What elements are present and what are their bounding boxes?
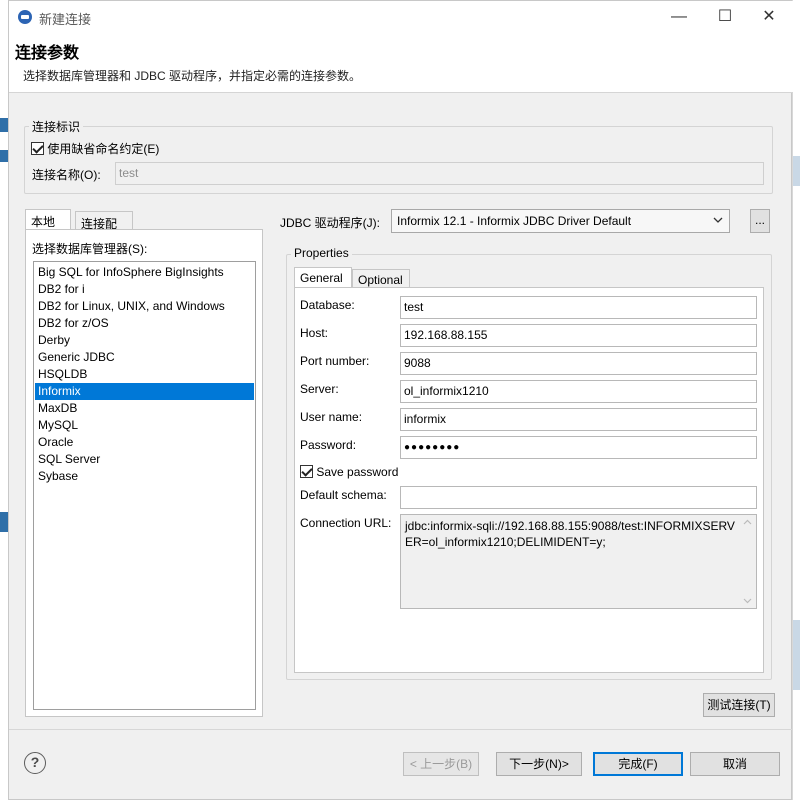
username-label: User name:: [300, 410, 363, 424]
background-editor-strip: [0, 0, 8, 800]
host-label: Host:: [300, 326, 329, 340]
page-title: 连接参数: [15, 45, 80, 62]
list-item[interactable]: HSQLDB: [35, 366, 254, 383]
database-label: Database:: [300, 298, 355, 312]
save-password-option[interactable]: Save password: [300, 464, 398, 479]
connection-name-label: 连接名称(O):: [32, 168, 101, 182]
cancel-button[interactable]: 取消: [690, 752, 780, 776]
save-password-label: Save password: [316, 464, 399, 479]
scroll-up-icon[interactable]: [743, 519, 752, 525]
password-field[interactable]: ●●●●●●●●: [400, 436, 757, 459]
tab-general[interactable]: General: [294, 267, 352, 287]
footer-divider: [9, 729, 793, 730]
app-icon: [18, 10, 32, 24]
server-field[interactable]: ol_informix1210: [400, 380, 757, 403]
list-item[interactable]: Oracle: [35, 434, 254, 451]
server-label: Server:: [300, 382, 339, 396]
list-item[interactable]: MaxDB: [35, 400, 254, 417]
port-label: Port number:: [300, 354, 370, 368]
list-item[interactable]: Generic JDBC: [35, 349, 254, 366]
list-item-selected[interactable]: Informix: [35, 383, 254, 400]
title-bar: 新建连接 — ☐ ✕: [9, 1, 793, 33]
port-field[interactable]: 9088: [400, 352, 757, 375]
maximize-icon[interactable]: ☐: [703, 1, 747, 33]
test-connection-button[interactable]: 测试连接(T): [703, 693, 775, 717]
window-title: 新建连接: [39, 12, 92, 27]
default-schema-label: Default schema:: [300, 488, 387, 502]
page-header: 连接参数 选择数据库管理器和 JDBC 驱动程序，并指定必需的连接参数。: [9, 33, 793, 93]
use-default-naming-option[interactable]: 使用缺省命名约定(E): [31, 140, 159, 157]
list-item[interactable]: DB2 for z/OS: [35, 315, 254, 332]
list-item[interactable]: SQL Server: [35, 451, 254, 468]
list-item[interactable]: DB2 for Linux, UNIX, and Windows: [35, 298, 254, 315]
list-item[interactable]: Big SQL for InfoSphere BigInsights: [35, 264, 254, 281]
connection-url-field[interactable]: jdbc:informix-sqli://192.168.88.155:9088…: [400, 514, 757, 609]
list-item[interactable]: Sybase: [35, 468, 254, 485]
scroll-down-icon[interactable]: [743, 598, 752, 604]
list-item[interactable]: MySQL: [35, 417, 254, 434]
jdbc-driver-label: JDBC 驱动程序(J):: [280, 216, 380, 230]
url-scrollbar[interactable]: [740, 515, 756, 608]
properties-legend: Properties: [291, 246, 352, 260]
new-connection-dialog: 新建连接 — ☐ ✕ 连接参数 选择数据库管理器和 JDBC 驱动程序，并指定必…: [8, 0, 793, 800]
back-button: < 上一步(B): [403, 752, 479, 776]
tab-connection-profile[interactable]: 连接配置: [75, 211, 133, 248]
next-button[interactable]: 下一步(N)>: [496, 752, 582, 776]
save-password-checkbox[interactable]: [300, 465, 313, 479]
list-item[interactable]: Derby: [35, 332, 254, 349]
use-default-naming-label: 使用缺省命名约定(E): [47, 142, 160, 156]
background-right-strip: [792, 0, 800, 800]
tab-local[interactable]: 本地: [25, 209, 71, 229]
finish-button[interactable]: 完成(F): [593, 752, 683, 776]
tab-optional[interactable]: Optional: [352, 269, 410, 287]
jdbc-driver-value: Informix 12.1 - Informix JDBC Driver Def…: [397, 214, 632, 228]
help-icon[interactable]: ?: [24, 752, 46, 774]
page-description: 选择数据库管理器和 JDBC 驱动程序，并指定必需的连接参数。: [23, 69, 362, 83]
default-schema-field[interactable]: [400, 486, 757, 509]
close-icon[interactable]: ✕: [747, 1, 791, 33]
list-item[interactable]: DB2 for i: [35, 281, 254, 298]
db-manager-list[interactable]: Big SQL for InfoSphere BigInsights DB2 f…: [33, 261, 256, 710]
use-default-naming-checkbox[interactable]: [31, 142, 44, 155]
chevron-down-icon: [713, 217, 723, 223]
connection-identity-legend: 连接标识: [29, 118, 84, 135]
connection-url-text: jdbc:informix-sqli://192.168.88.155:9088…: [405, 519, 735, 549]
connection-url-label: Connection URL:: [300, 516, 392, 530]
db-manager-label: 选择数据库管理器(S):: [32, 242, 148, 256]
username-field[interactable]: informix: [400, 408, 757, 431]
connection-name-field: test: [115, 162, 764, 185]
host-field[interactable]: 192.168.88.155: [400, 324, 757, 347]
jdbc-browse-button[interactable]: ...: [750, 209, 770, 233]
password-label: Password:: [300, 438, 357, 452]
minimize-icon[interactable]: —: [657, 1, 701, 33]
jdbc-driver-select[interactable]: Informix 12.1 - Informix JDBC Driver Def…: [391, 209, 730, 233]
database-field[interactable]: test: [400, 296, 757, 319]
